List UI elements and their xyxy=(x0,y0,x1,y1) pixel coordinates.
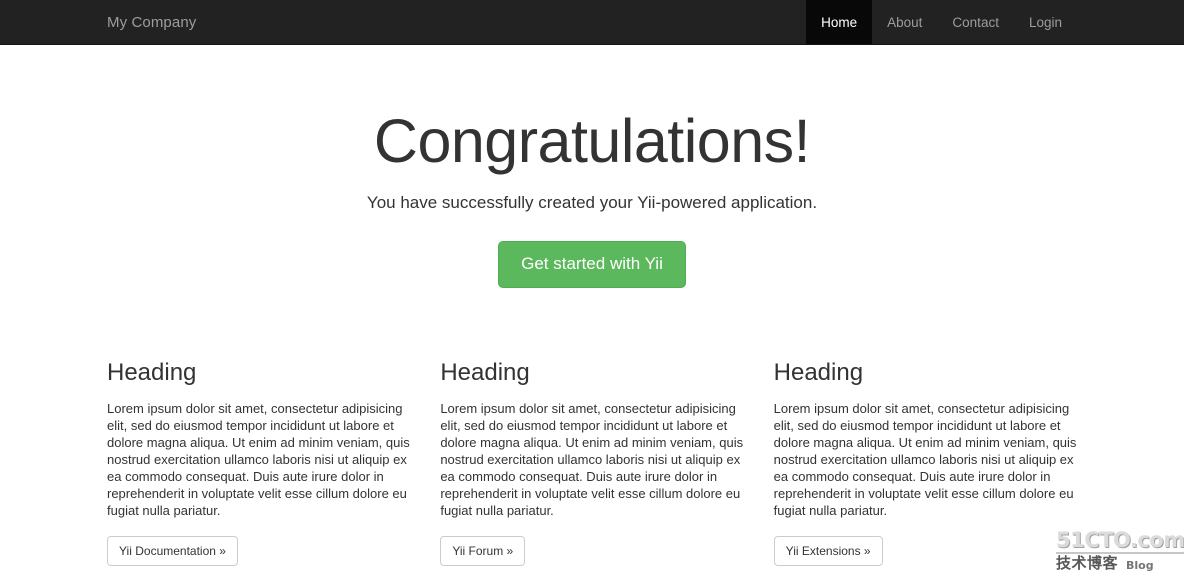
get-started-button[interactable]: Get started with Yii xyxy=(498,240,686,288)
watermark-tertiary-text: Blog xyxy=(1126,559,1154,572)
watermark-bottom-row: 技术博客 Blog xyxy=(1056,554,1176,572)
nav-item-login[interactable]: Login xyxy=(1014,0,1077,44)
nav-item-about[interactable]: About xyxy=(872,0,937,44)
feature-body-1: Lorem ipsum dolor sit amet, consectetur … xyxy=(107,400,410,518)
feature-heading-2: Heading xyxy=(440,358,530,386)
watermark-secondary-text: 技术博客 xyxy=(1056,554,1119,572)
yii-forum-button[interactable]: Yii Forum » xyxy=(440,535,526,567)
nav-item-about-wrapper: About xyxy=(872,0,937,44)
feature-column-1: Heading Lorem ipsum dolor sit amet, cons… xyxy=(92,358,425,567)
watermark-primary-text: 51CTO.com xyxy=(1056,528,1184,554)
feature-body-2: Lorem ipsum dolor sit amet, consectetur … xyxy=(440,400,744,518)
top-navbar: My Company Home About Contact Login xyxy=(0,0,1184,45)
feature-heading-3: Heading xyxy=(773,358,864,386)
nav-item-login-wrapper: Login xyxy=(1014,0,1077,44)
navbar-brand[interactable]: My Company xyxy=(0,0,211,44)
site-watermark: 51CTO.com 技术博客 Blog xyxy=(1056,530,1184,572)
nav-item-contact[interactable]: Contact xyxy=(937,0,1014,44)
hero-jumbotron: Congratulations! You have successfully c… xyxy=(0,45,1184,288)
navbar-nav: Home About Contact Login xyxy=(766,0,1184,44)
nav-item-home-wrapper: Home xyxy=(806,0,873,44)
feature-button-wrapper-1: Yii Documentation » xyxy=(107,535,410,567)
page-title: Congratulations! xyxy=(373,107,811,175)
hero-lead-text: You have successfully created your Yii-p… xyxy=(366,193,818,213)
feature-body-3: Lorem ipsum dolor sit amet, consectetur … xyxy=(773,400,1077,518)
yii-extensions-button[interactable]: Yii Extensions » xyxy=(773,535,883,567)
feature-button-wrapper-3: Yii Extensions » xyxy=(773,535,1077,567)
feature-column-2: Heading Lorem ipsum dolor sit amet, cons… xyxy=(425,358,758,567)
hero-cta-wrapper: Get started with Yii xyxy=(0,240,1184,288)
feature-button-wrapper-2: Yii Forum » xyxy=(440,535,743,567)
feature-heading-1: Heading xyxy=(107,358,197,386)
nav-item-contact-wrapper: Contact xyxy=(937,0,1014,44)
yii-documentation-button[interactable]: Yii Documentation » xyxy=(107,535,238,567)
nav-item-home[interactable]: Home xyxy=(806,0,873,44)
feature-column-3: Heading Lorem ipsum dolor sit amet, cons… xyxy=(759,358,1092,567)
feature-columns-row: Heading Lorem ipsum dolor sit amet, cons… xyxy=(0,358,1184,567)
